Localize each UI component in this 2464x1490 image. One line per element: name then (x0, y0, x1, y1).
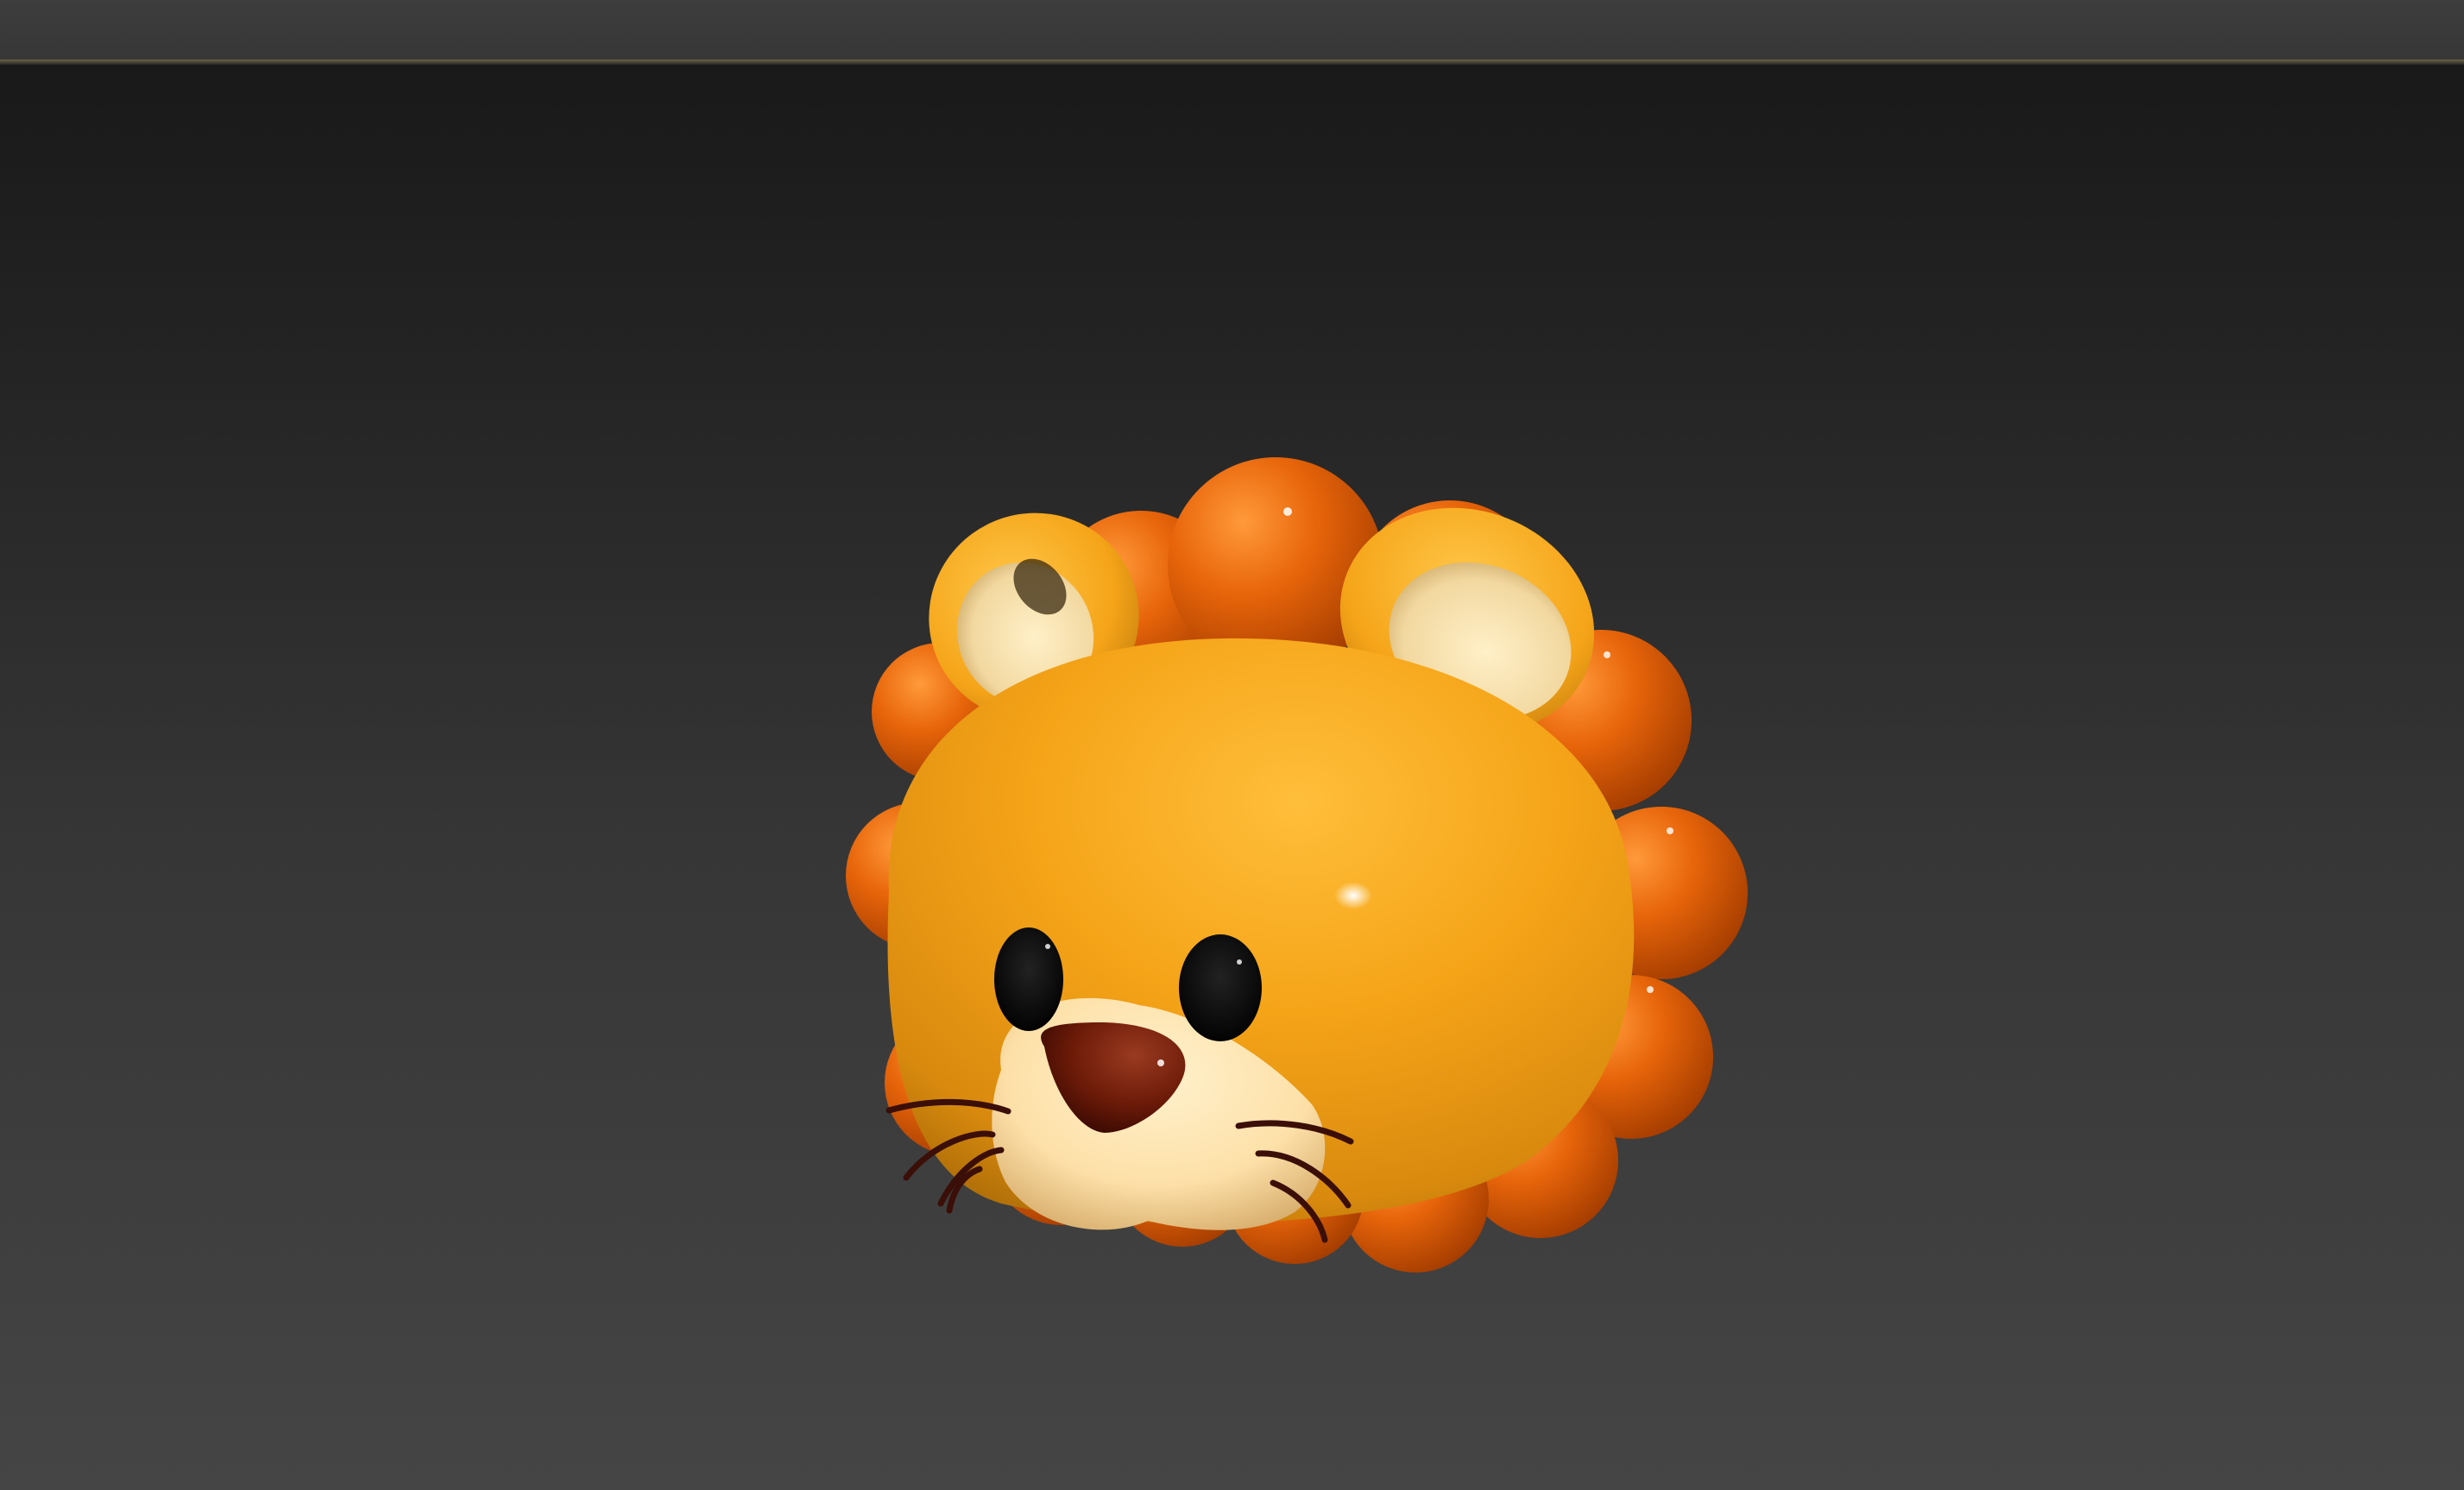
nose-highlight (1157, 1059, 1164, 1066)
eye-highlight (1045, 944, 1050, 949)
mane-highlight (1283, 507, 1292, 516)
3d-viewport[interactable] (0, 65, 2464, 1490)
lion-head-model[interactable] (0, 65, 2464, 1490)
head-highlight (1334, 882, 1372, 909)
eye-highlight (1237, 959, 1242, 965)
mane-highlight (1604, 651, 1610, 658)
mane-highlight (1667, 827, 1673, 834)
3d-modeling-app (0, 0, 2464, 1490)
mane-highlight (1647, 986, 1654, 993)
right-eye (1179, 934, 1262, 1041)
left-eye (994, 927, 1063, 1031)
top-toolbar (0, 0, 2464, 60)
